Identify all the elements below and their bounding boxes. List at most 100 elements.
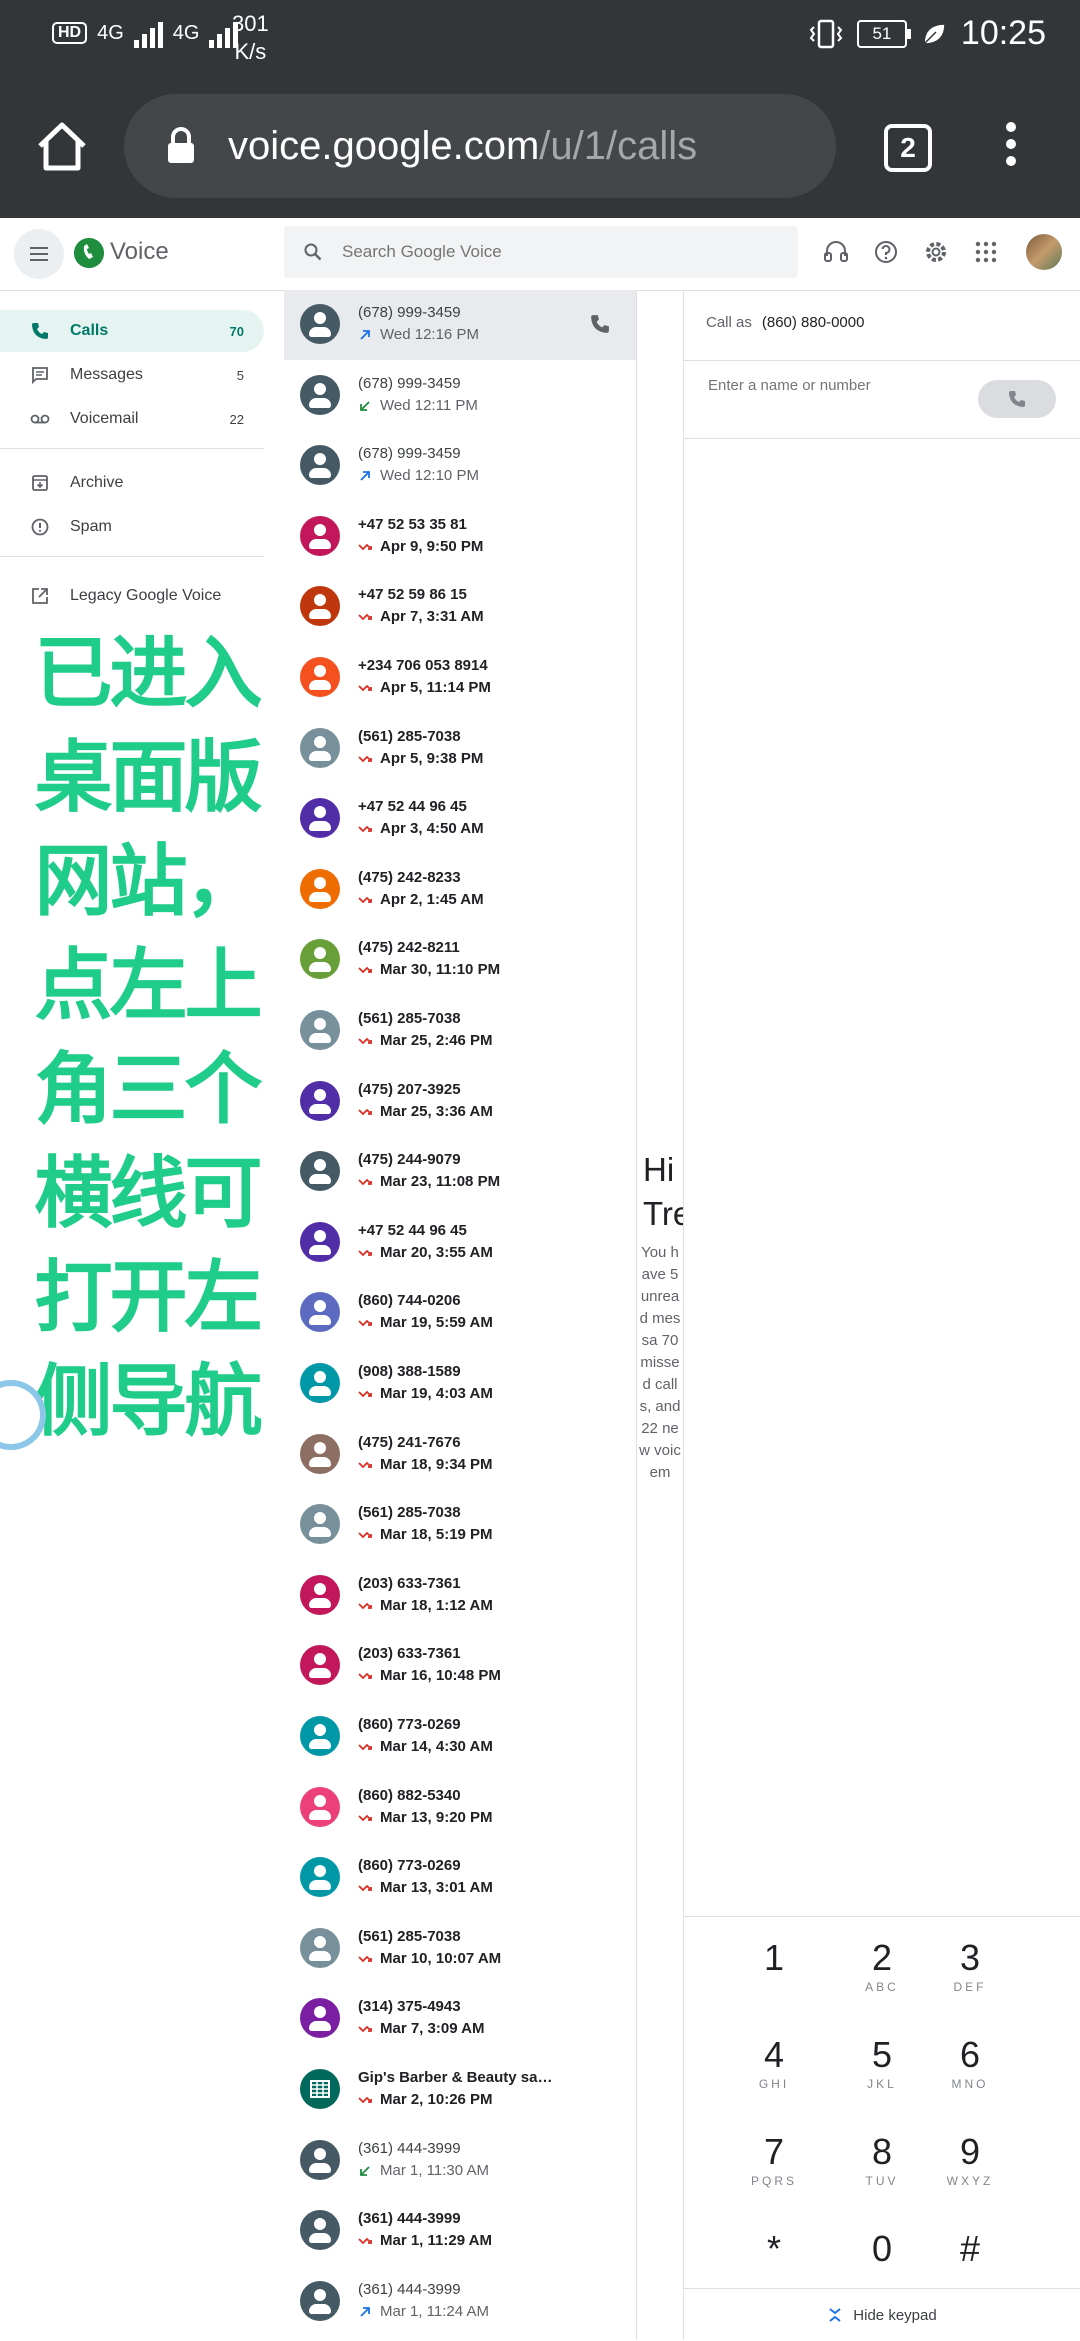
dial-key[interactable]: 2 ABC: [832, 1936, 932, 2016]
network-speed-value: 301: [232, 11, 269, 36]
divider: [0, 448, 264, 449]
home-icon[interactable]: [34, 118, 90, 174]
call-list[interactable]: (678) 999-3459 Wed 12:16 PM (678) 999-3459…: [284, 290, 637, 2340]
caller-number: (475) 241-7676: [358, 1434, 461, 1451]
status-bar: HD 4G 4G 301 K/s 51 10:25: [0, 0, 1080, 76]
call-meta: Mar 13, 9:20 PM: [358, 1809, 493, 1826]
dial-key-letters: DEF: [953, 1980, 987, 1994]
message-icon: [30, 365, 50, 385]
call-row[interactable]: (860) 773-0269 Mar 14, 4:30 AM: [284, 1702, 636, 1772]
nav-item-archive[interactable]: Archive: [0, 462, 264, 504]
help-icon[interactable]: [872, 238, 900, 266]
browser-menu-icon[interactable]: [1000, 122, 1022, 172]
nav-item-voicemail[interactable]: Voicemail 22: [0, 398, 264, 440]
call-time: Mar 10, 10:07 AM: [380, 1950, 502, 1967]
dial-key[interactable]: 8 TUV: [832, 2130, 932, 2210]
call-time: Mar 19, 5:59 AM: [380, 1314, 493, 1331]
call-row[interactable]: (475) 242-8211 Mar 30, 11:10 PM: [284, 925, 636, 995]
missed-call-icon: [358, 755, 372, 762]
call-row[interactable]: Gip's Barber & Beauty sa… Mar 2, 10:26 PM: [284, 2055, 636, 2125]
call-row[interactable]: (561) 285-7038 Mar 18, 5:19 PM: [284, 1490, 636, 1560]
headset-icon[interactable]: [822, 238, 850, 266]
call-row[interactable]: (860) 882-5340 Mar 13, 9:20 PM: [284, 1773, 636, 1843]
nav-item-messages[interactable]: Messages 5: [0, 354, 264, 396]
dial-key-digit: 1: [763, 1937, 785, 1978]
divider: [684, 360, 1080, 361]
call-row[interactable]: (203) 633-7361 Mar 16, 10:48 PM: [284, 1631, 636, 1701]
nav-item-spam[interactable]: Spam: [0, 506, 264, 548]
greeting: Hi Tre: [643, 1151, 683, 1232]
address-bar[interactable]: voice.google.com/u/1/calls: [124, 94, 836, 198]
search-bar[interactable]: [284, 226, 798, 278]
dial-key[interactable]: 5 JKL: [832, 2033, 932, 2113]
contact-avatar: [300, 1998, 340, 2038]
call-time: Mar 20, 3:55 AM: [380, 1244, 493, 1261]
missed-call-icon: [358, 543, 372, 550]
main-menu-button[interactable]: [14, 229, 64, 279]
call-row[interactable]: +47 52 59 86 15 Apr 7, 3:31 AM: [284, 572, 636, 642]
call-row[interactable]: +47 52 53 35 81 Apr 9, 9:50 PM: [284, 502, 636, 572]
call-row[interactable]: (203) 633-7361 Mar 18, 1:12 AM: [284, 1561, 636, 1631]
call-row[interactable]: (475) 207-3925 Mar 25, 3:36 AM: [284, 1067, 636, 1137]
call-row[interactable]: (561) 285-7038 Mar 25, 2:46 PM: [284, 996, 636, 1066]
account-avatar[interactable]: [1026, 234, 1062, 270]
nav-label: Spam: [70, 518, 112, 535]
tab-switcher-button[interactable]: 2: [884, 124, 932, 172]
call-row[interactable]: (678) 999-3459 Wed 12:16 PM: [284, 290, 636, 360]
nav-count: 22: [229, 411, 244, 427]
dial-key-digit: 0: [871, 2228, 893, 2269]
call-row[interactable]: (361) 444-3999 Mar 1, 11:30 AM: [284, 2126, 636, 2196]
call-meta: Mar 25, 3:36 AM: [358, 1103, 493, 1120]
call-row[interactable]: (314) 375-4943 Mar 7, 3:09 AM: [284, 1984, 636, 2054]
call-button[interactable]: [978, 380, 1056, 418]
contact-avatar: [300, 1363, 340, 1403]
call-row[interactable]: (475) 244-9079 Mar 23, 11:08 PM: [284, 1137, 636, 1207]
call-row[interactable]: (361) 444-3999 Mar 1, 11:24 AM: [284, 2267, 636, 2337]
call-row[interactable]: (908) 388-1589 Mar 19, 4:03 AM: [284, 1349, 636, 1419]
search-icon: [304, 243, 322, 261]
divider: [684, 438, 1080, 439]
call-row[interactable]: (561) 285-7038 Mar 10, 10:07 AM: [284, 1914, 636, 1984]
call-as[interactable]: Call as (860) 880-0000: [706, 314, 864, 331]
call-meta: Apr 5, 9:38 PM: [358, 750, 483, 767]
contact-avatar: [300, 1151, 340, 1191]
call-row[interactable]: (678) 999-3459 Wed 12:10 PM: [284, 431, 636, 501]
call-meta: Mar 2, 10:26 PM: [358, 2091, 493, 2108]
search-input[interactable]: [340, 241, 744, 263]
settings-icon[interactable]: [922, 238, 950, 266]
hide-keypad-button[interactable]: Hide keypad: [684, 2288, 1080, 2341]
call-meta: Mar 1, 11:29 AM: [358, 2232, 492, 2249]
call-meta: Apr 3, 4:50 AM: [358, 820, 484, 837]
dial-key[interactable]: 9 WXYZ: [920, 2130, 1020, 2210]
call-time: Mar 25, 3:36 AM: [380, 1103, 493, 1120]
call-time: Wed 12:11 PM: [380, 397, 478, 414]
call-meta: Wed 12:16 PM: [358, 326, 479, 343]
call-row[interactable]: +234 706 053 8914 Apr 5, 11:14 PM: [284, 643, 636, 713]
dial-key-letters: JKL: [867, 2077, 897, 2091]
contact-avatar: [300, 1645, 340, 1685]
caller-number: +234 706 053 8914: [358, 657, 488, 674]
call-row[interactable]: (678) 999-3459 Wed 12:11 PM: [284, 361, 636, 431]
dial-key[interactable]: 6 MNO: [920, 2033, 1020, 2113]
call-row[interactable]: +47 52 44 96 45 Apr 3, 4:50 AM: [284, 784, 636, 854]
apps-grid-icon[interactable]: [972, 238, 1000, 266]
call-time: Mar 1, 11:29 AM: [380, 2232, 492, 2249]
call-row[interactable]: (860) 773-0269 Mar 13, 3:01 AM: [284, 1843, 636, 1913]
nav-item-calls[interactable]: Calls 70: [0, 310, 264, 352]
dial-key[interactable]: 4 GHI: [724, 2033, 824, 2113]
call-row[interactable]: (860) 744-0206 Mar 19, 5:59 AM: [284, 1278, 636, 1348]
hide-keypad-label: Hide keypad: [853, 2306, 937, 2324]
call-row[interactable]: (561) 285-7038 Apr 5, 9:38 PM: [284, 714, 636, 784]
call-time: Mar 7, 3:09 AM: [380, 2020, 485, 2037]
dial-key[interactable]: 1: [724, 1936, 824, 2016]
dial-key[interactable]: 3 DEF: [920, 1936, 1020, 2016]
call-row[interactable]: (361) 444-3999 Mar 1, 11:29 AM: [284, 2196, 636, 2266]
call-back-icon[interactable]: [590, 314, 610, 334]
browser-toolbar: voice.google.com/u/1/calls 2: [0, 76, 1080, 218]
number-input[interactable]: [706, 376, 960, 395]
call-row[interactable]: +47 52 44 96 45 Mar 20, 3:55 AM: [284, 1208, 636, 1278]
nav-item-legacy[interactable]: Legacy Google Voice: [0, 575, 264, 617]
dial-key[interactable]: 7 PQRS: [724, 2130, 824, 2210]
call-row[interactable]: (475) 241-7676 Mar 18, 9:34 PM: [284, 1420, 636, 1490]
call-row[interactable]: (475) 242-8233 Apr 2, 1:45 AM: [284, 855, 636, 925]
